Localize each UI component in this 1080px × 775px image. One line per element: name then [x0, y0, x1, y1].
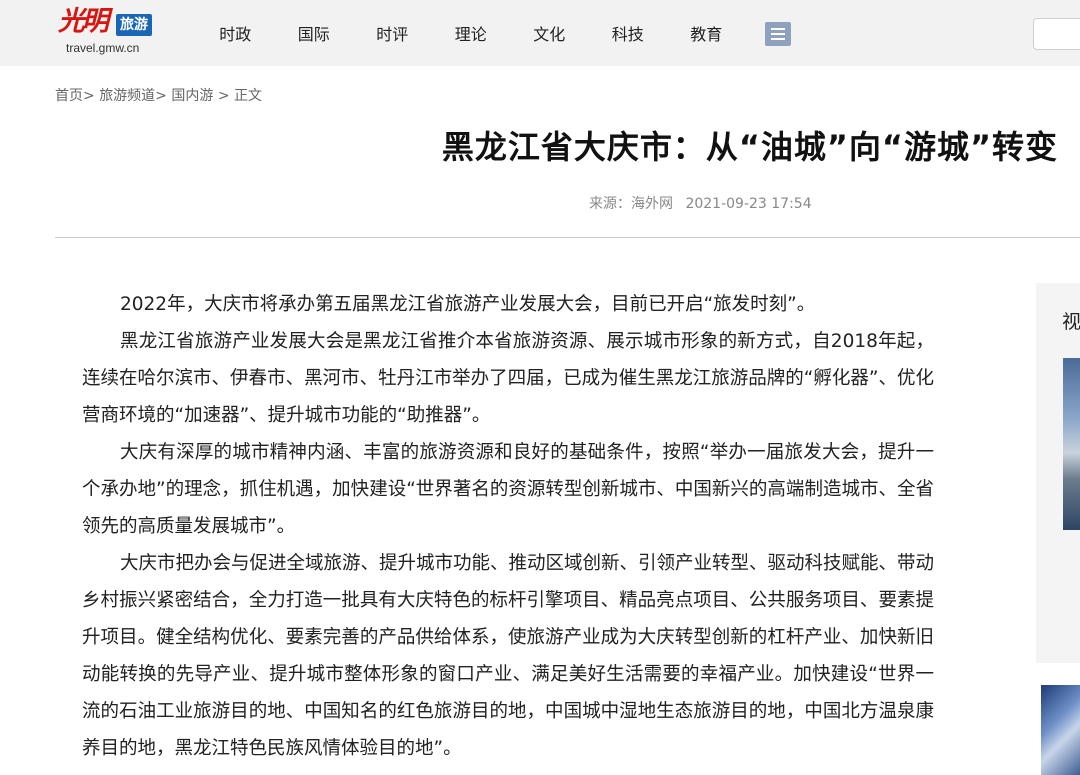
breadcrumb-domestic[interactable]: 国内游 — [171, 88, 213, 104]
article-date: 2021-09-23 17:54 — [685, 196, 812, 212]
list-menu-icon[interactable] — [765, 22, 791, 46]
main-nav: 时政 国际 时评 理论 文化 科技 教育 — [196, 0, 746, 66]
menu-line — [771, 33, 785, 35]
article-source: 来源：海外网 — [589, 196, 673, 212]
nav-item-technology[interactable]: 科技 — [589, 21, 668, 45]
sidebar-title: 视 — [1062, 311, 1080, 333]
breadcrumb-travel-channel[interactable]: 旅游频道> — [99, 88, 167, 104]
menu-line — [771, 38, 785, 40]
top-navigation-bar: 光明 旅游 travel.gmw.cn 时政 国际 时评 理论 文化 科技 教育 — [0, 0, 1080, 66]
article-paragraph: 大庆有深厚的城市精神内涵、丰富的旅游资源和良好的基础条件，按照“举办一届旅发大会… — [82, 442, 934, 537]
breadcrumb-separator: > — [217, 88, 230, 104]
logo-script-text: 光明 — [58, 6, 109, 37]
menu-line — [771, 28, 785, 30]
breadcrumb-home[interactable]: 首页> — [55, 88, 95, 104]
bottom-fade — [0, 762, 1080, 775]
title-divider — [55, 237, 1080, 238]
sidebar-news-thumbnail[interactable] — [1041, 685, 1080, 775]
logo-domain: travel.gmw.cn — [66, 41, 140, 55]
logo-badge: 旅游 — [116, 14, 152, 36]
nav-item-politics[interactable]: 时政 — [196, 21, 275, 45]
article-meta: 来源：海外网 2021-09-23 17:54 — [589, 193, 812, 213]
site-logo[interactable]: 光明 旅游 travel.gmw.cn — [58, 8, 168, 58]
sidebar-video-thumbnail[interactable] — [1063, 358, 1080, 530]
breadcrumb-current: 正文 — [234, 88, 263, 104]
nav-item-culture[interactable]: 文化 — [510, 21, 589, 45]
nav-item-education[interactable]: 教育 — [667, 21, 746, 45]
nav-item-international[interactable]: 国际 — [275, 21, 354, 45]
article-paragraph: 2022年，大庆市将承办第五届黑龙江省旅游产业发展大会，目前已开启“旅发时刻”。 — [120, 294, 816, 315]
article-body: 2022年，大庆市将承办第五届黑龙江省旅游产业发展大会，目前已开启“旅发时刻”。… — [82, 286, 934, 767]
article-paragraph: 黑龙江省旅游产业发展大会是黑龙江省推介本省旅游资源、展示城市形象的新方式，自20… — [82, 331, 934, 426]
article-paragraph: 大庆市把办会与促进全域旅游、提升城市功能、推动区域创新、引领产业转型、驱动科技赋… — [82, 553, 935, 759]
article-title: 黑龙江省大庆市：从“油城”向“游城”转变 — [441, 128, 1058, 166]
search-input[interactable] — [1033, 18, 1080, 50]
nav-item-theory[interactable]: 理论 — [432, 21, 511, 45]
breadcrumb: 首页> 旅游频道> 国内游 > 正文 — [55, 85, 262, 105]
nav-item-commentary[interactable]: 时评 — [353, 21, 432, 45]
